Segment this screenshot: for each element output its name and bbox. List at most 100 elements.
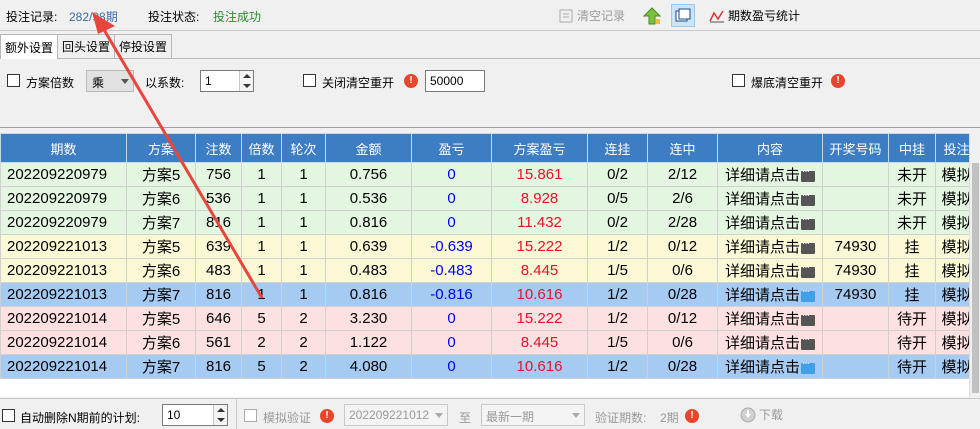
vertical-scrollbar[interactable]	[969, 133, 980, 397]
table-cell: 0.639	[325, 234, 412, 259]
detail-icon[interactable]	[801, 310, 815, 326]
cell-text: 0	[447, 166, 456, 183]
table-cell: 202209221014	[0, 354, 127, 379]
scrollbar-thumb[interactable]	[972, 163, 979, 393]
record-value: 282/98期	[69, 10, 118, 24]
table-cell: 15.222	[491, 306, 588, 331]
column-header[interactable]: 方案	[126, 133, 196, 163]
detail-icon[interactable]	[801, 238, 815, 254]
table-row[interactable]: 202209220979 方案6 536 1 1 0.536 0 8.928 0/5 2/6 详细请…	[0, 186, 978, 211]
cell-text: 11.432	[517, 214, 562, 231]
table-cell: 0	[411, 306, 492, 331]
cell-text: 8.445	[520, 334, 559, 351]
cell-text: 模拟	[941, 191, 972, 208]
operator-select[interactable]: 乘	[86, 70, 134, 92]
cell-text: 1/5	[607, 262, 628, 279]
detail-icon[interactable]	[801, 214, 815, 230]
tab-stop-settings[interactable]: 停投设置	[114, 34, 173, 58]
close-reset-checkbox[interactable]	[303, 74, 316, 87]
tab-extra-settings[interactable]: 额外设置	[0, 34, 59, 59]
table-row[interactable]: 202209221013 方案6 483 1 1 0.483 -0.483 8.445 1/5 0…	[0, 258, 978, 283]
detail-icon[interactable]	[801, 286, 815, 302]
to-period-select[interactable]: 最新一期	[481, 404, 585, 426]
tab-return-settings[interactable]: 回头设置	[57, 34, 116, 58]
from-period-select[interactable]: 202209221012	[344, 404, 448, 426]
bottom-reset-label: 爆底清空重开	[751, 76, 824, 90]
column-header[interactable]: 盈亏	[411, 133, 492, 163]
column-header[interactable]: 轮次	[281, 133, 326, 163]
table-cell[interactable]: 详细请点击	[717, 306, 823, 331]
cell-text: 2	[257, 334, 266, 351]
window-toggle-button[interactable]	[671, 4, 695, 27]
table-row[interactable]: 202209221014 方案5 646 5 2 3.230 0 15.222 1/2 0/12 详…	[0, 306, 978, 331]
column-header[interactable]: 中挂	[888, 133, 936, 163]
coef-spin-buttons[interactable]	[239, 71, 253, 91]
auto-delete-value: 10	[167, 408, 181, 422]
column-header[interactable]: 连挂	[587, 133, 648, 163]
table-cell[interactable]: 详细请点击	[717, 234, 823, 259]
table-cell: 1	[241, 234, 282, 259]
table-cell[interactable]: 详细请点击	[717, 282, 823, 307]
table-cell[interactable]: 详细请点击	[717, 186, 823, 211]
close-reset-input[interactable]: 50000	[425, 70, 485, 92]
table-cell[interactable]: 详细请点击	[717, 210, 823, 235]
column-header[interactable]: 期数	[0, 133, 127, 163]
table-row[interactable]: 202209221013 方案7 816 1 1 0.816 -0.816 10.616 1/2…	[0, 282, 978, 307]
cell-text: 1.122	[349, 334, 388, 351]
table-cell: 1/5	[587, 258, 648, 283]
detail-icon[interactable]	[801, 262, 815, 278]
auto-delete-spin-buttons[interactable]	[213, 405, 227, 425]
cell-text: 2	[299, 334, 308, 351]
column-header[interactable]: 方案盈亏	[491, 133, 588, 163]
bottom-reset-checkbox[interactable]	[732, 74, 745, 87]
table-cell: 0.756	[325, 162, 412, 187]
table-row[interactable]: 202209221014 方案6 561 2 2 1.122 0 8.445 1/5 0/6 详细请…	[0, 330, 978, 355]
detail-icon[interactable]	[801, 358, 815, 374]
table-cell: 816	[195, 354, 242, 379]
plan-multiple-checkbox[interactable]	[7, 74, 20, 87]
cell-text: 536	[205, 190, 232, 207]
table-row[interactable]: 202209221014 方案7 816 5 2 4.080 0 10.616 1/2 0/28 详…	[0, 354, 978, 379]
column-header[interactable]: 开奖号码	[822, 133, 889, 163]
table-cell: 561	[195, 330, 242, 355]
download-button[interactable]: 下载	[740, 403, 783, 426]
table-cell: 202209220979	[0, 162, 127, 187]
column-header[interactable]: 注数	[195, 133, 242, 163]
sim-verify-label: 模拟验证	[263, 411, 312, 425]
table-cell: 2	[281, 354, 326, 379]
cell-text: 1	[257, 214, 266, 231]
cell-text: 74930	[834, 238, 877, 255]
clear-icon	[558, 8, 574, 24]
period-stats-button[interactable]: 期数盈亏统计	[709, 4, 800, 27]
column-header[interactable]: 连中	[647, 133, 718, 163]
table-cell[interactable]: 详细请点击	[717, 354, 823, 379]
table-row[interactable]: 202209220979 方案7 816 1 1 0.816 0 11.432 0/2 2/28 详…	[0, 210, 978, 235]
table-cell[interactable]: 详细请点击	[717, 162, 823, 187]
cell-text: 模拟	[941, 287, 972, 304]
cell-text: 2/6	[672, 190, 693, 207]
table-cell[interactable]: 详细请点击	[717, 330, 823, 355]
table-cell: 8.445	[491, 330, 588, 355]
auto-delete-stepper[interactable]: 10	[162, 404, 228, 426]
table-cell: 挂	[888, 282, 936, 307]
app-window: 投注记录: 282/98期 投注状态: 投注成功 清空记录 期数盈亏统计 额外设…	[0, 0, 980, 429]
column-header[interactable]: 内容	[717, 133, 823, 163]
table-cell: 816	[195, 210, 242, 235]
cell-text: 1	[257, 262, 266, 279]
detail-icon[interactable]	[801, 334, 815, 350]
auto-delete-checkbox[interactable]	[2, 409, 15, 422]
coef-stepper[interactable]: 1	[200, 70, 254, 92]
cell-text: 15.222	[516, 238, 563, 255]
sim-verify-checkbox[interactable]	[244, 409, 257, 422]
column-header[interactable]: 倍数	[241, 133, 282, 163]
table-cell: 0.483	[325, 258, 412, 283]
table-cell[interactable]: 详细请点击	[717, 258, 823, 283]
table-row[interactable]: 202209220979 方案5 756 1 1 0.756 0 15.861 0/2 2/12 详…	[0, 162, 978, 187]
cell-text: 0.816	[349, 214, 388, 231]
move-up-button[interactable]	[642, 4, 662, 27]
clear-records-button[interactable]: 清空记录	[558, 4, 625, 27]
column-header[interactable]: 金额	[325, 133, 412, 163]
detail-icon[interactable]	[801, 190, 815, 206]
detail-icon[interactable]	[801, 166, 815, 182]
table-row[interactable]: 202209221013 方案5 639 1 1 0.639 -0.639 15.222 1/2…	[0, 234, 978, 259]
